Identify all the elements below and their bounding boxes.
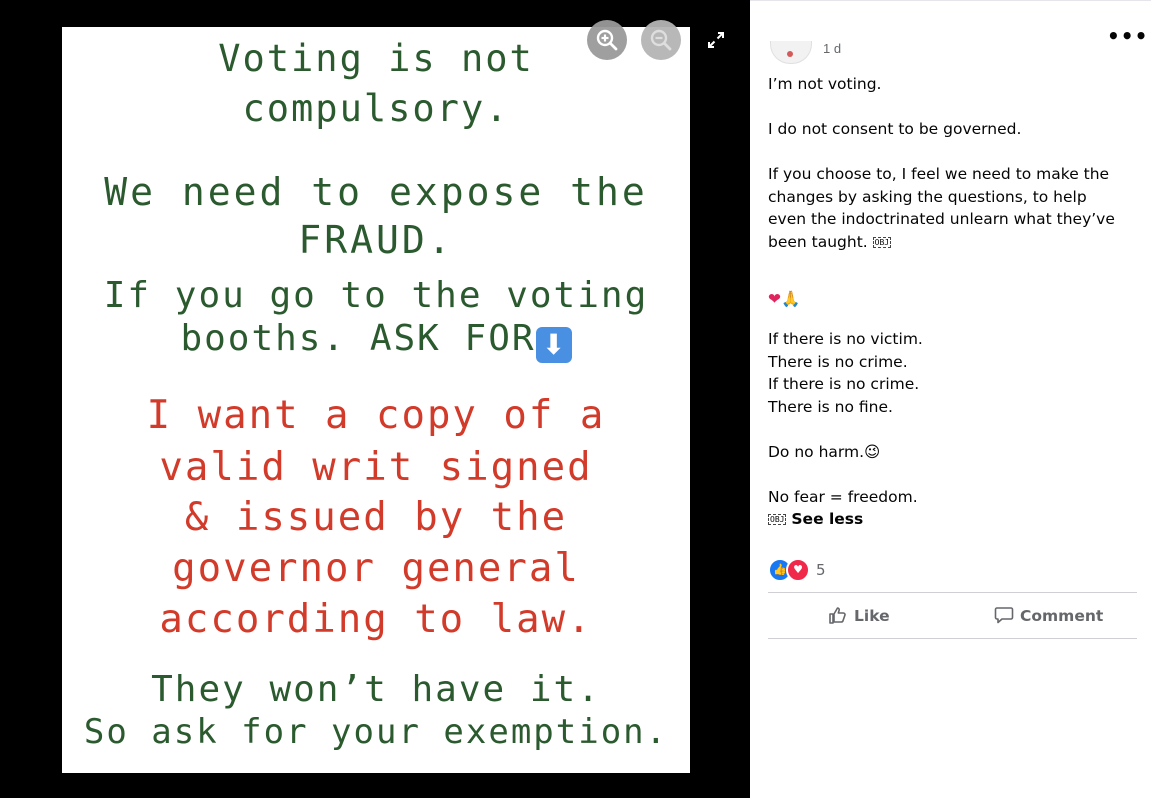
post-paragraph: If there is no crime. [768, 375, 920, 393]
poster-line: compulsory. [242, 87, 510, 130]
poster-line: I want a copy of a [146, 393, 606, 438]
post-paragraph-text: Do no harm. [768, 442, 865, 461]
poster-line: They won’t have it. [151, 669, 601, 710]
post-paragraph-text: If you choose to, I feel we need to make… [768, 165, 1115, 251]
thumbs-up-icon [829, 607, 846, 624]
comment-button[interactable]: Comment [994, 601, 1103, 631]
post-body: I’m not voting. I do not consent to be g… [768, 73, 1128, 531]
zoom-out-icon [650, 29, 672, 51]
post-paragraph: There is no crime. [768, 352, 908, 371]
fullscreen-button[interactable] [706, 30, 726, 50]
poster-line-with-arrow: booths. ASK FOR ⬇ [62, 318, 690, 363]
obj-placeholder-icon: OBJ [768, 514, 787, 525]
fullscreen-icon [708, 32, 724, 48]
post-panel: 1 d ••• I’m not voting. I do not consent… [750, 0, 1151, 799]
poster-line: We need to expose the [104, 170, 648, 214]
obj-placeholder-icon: OBJ [872, 236, 892, 248]
post-paragraph: I’m not voting. [768, 75, 882, 93]
avatar[interactable] [770, 41, 812, 64]
post-paragraph: If there is no victim. [768, 330, 923, 348]
poster-line: & issued by the [184, 495, 568, 540]
divider [768, 638, 1137, 639]
poster-line: So ask for your exemption. [83, 712, 669, 752]
heart-pray-emoji-icon: ❤🙏 [768, 289, 801, 308]
poster-line: governor general [172, 546, 580, 591]
zoom-in-icon [596, 29, 618, 51]
like-button[interactable]: Like [828, 601, 890, 631]
like-label: Like [854, 607, 890, 625]
see-less-row: OBJ See less [768, 508, 1128, 531]
poster-line: FRAUD. [298, 218, 454, 262]
more-options-button[interactable]: ••• [1107, 26, 1147, 47]
post-paragraph: No fear = freedom. [768, 487, 918, 506]
post-paragraph: Do no harm.😉 [768, 441, 1128, 464]
post-timestamp[interactable]: 1 d [823, 41, 841, 55]
poster-image[interactable]: Voting is not compulsory. We need to exp… [62, 27, 690, 773]
photo-viewer: Voting is not compulsory. We need to exp… [0, 0, 750, 798]
post-paragraph: If you choose to, I feel we need to make… [768, 163, 1128, 253]
comment-label: Comment [1020, 607, 1104, 625]
wink-emoji-icon: 😉 [864, 442, 881, 461]
down-arrow-icon: ⬇ [535, 327, 572, 363]
post-paragraph: There is no fine. [768, 397, 893, 416]
see-less-link[interactable]: See less [791, 510, 863, 528]
reaction-summary[interactable]: 👍 ♥ 5 [768, 558, 826, 582]
poster-line: If you go to the voting [103, 275, 649, 316]
love-reaction-icon: ♥ [786, 558, 810, 582]
poster-line: according to law. [159, 597, 593, 642]
reaction-count: 5 [816, 561, 826, 579]
poster-line: valid writ signed [159, 445, 593, 490]
zoom-in-button[interactable] [587, 20, 627, 60]
divider [768, 592, 1137, 593]
poster-line: booths. ASK FOR [180, 318, 536, 359]
zoom-out-button[interactable] [641, 20, 681, 60]
comment-bubble-icon [994, 607, 1014, 624]
post-paragraph: I do not consent to be governed. [768, 120, 1022, 138]
